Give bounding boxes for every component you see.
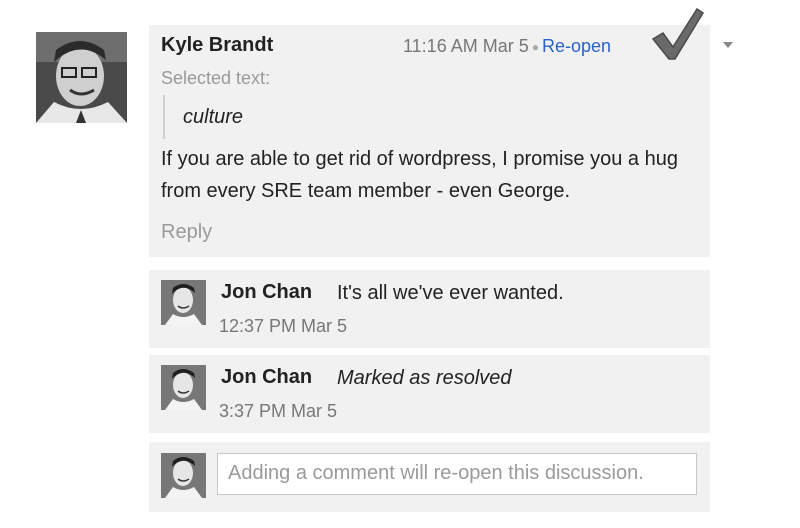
reply-timestamp: 12:37 PM Mar 5 (219, 316, 348, 336)
checkmark-icon (651, 7, 705, 60)
selected-text-label: Selected text: (161, 68, 271, 88)
reply-item: Jon Chan It's all we've ever wanted. 12:… (149, 270, 710, 348)
avatar-kyle-brandt (36, 32, 127, 123)
avatar-jon-chan (161, 365, 206, 410)
reply-message: It's all we've ever wanted. (337, 282, 564, 304)
comment-meta: 11:16 AM Mar 5 ● Re-open (403, 36, 611, 57)
comment-body: If you are able to get rid of wordpress,… (161, 148, 678, 202)
reply-message: Marked as resolved (337, 367, 512, 389)
avatar-jon-chan (161, 280, 206, 325)
caret-down-icon[interactable] (722, 41, 734, 49)
comment-card: Kyle Brandt 11:16 AM Mar 5 ● Re-open Selec… (149, 7, 710, 257)
reply-author: Jon Chan (221, 281, 313, 303)
reopen-link[interactable]: Re-open (542, 36, 611, 56)
selected-text-quote: culture (163, 95, 243, 139)
reply-link[interactable]: Reply (161, 221, 212, 244)
separator-dot: ● (531, 40, 539, 55)
comment-timestamp: 11:16 AM Mar 5 (403, 36, 529, 56)
reply-timestamp: 3:37 PM Mar 5 (219, 401, 338, 421)
comment-input[interactable]: Adding a comment will re-open this discu… (217, 453, 697, 495)
avatar-current-user (161, 453, 206, 498)
comment-composer: Adding a comment will re-open this discu… (149, 442, 710, 512)
comment-author: Kyle Brandt (161, 34, 274, 56)
reply-item: Jon Chan Marked as resolved 3:37 PM Mar … (149, 355, 710, 433)
reply-author: Jon Chan (221, 366, 313, 388)
